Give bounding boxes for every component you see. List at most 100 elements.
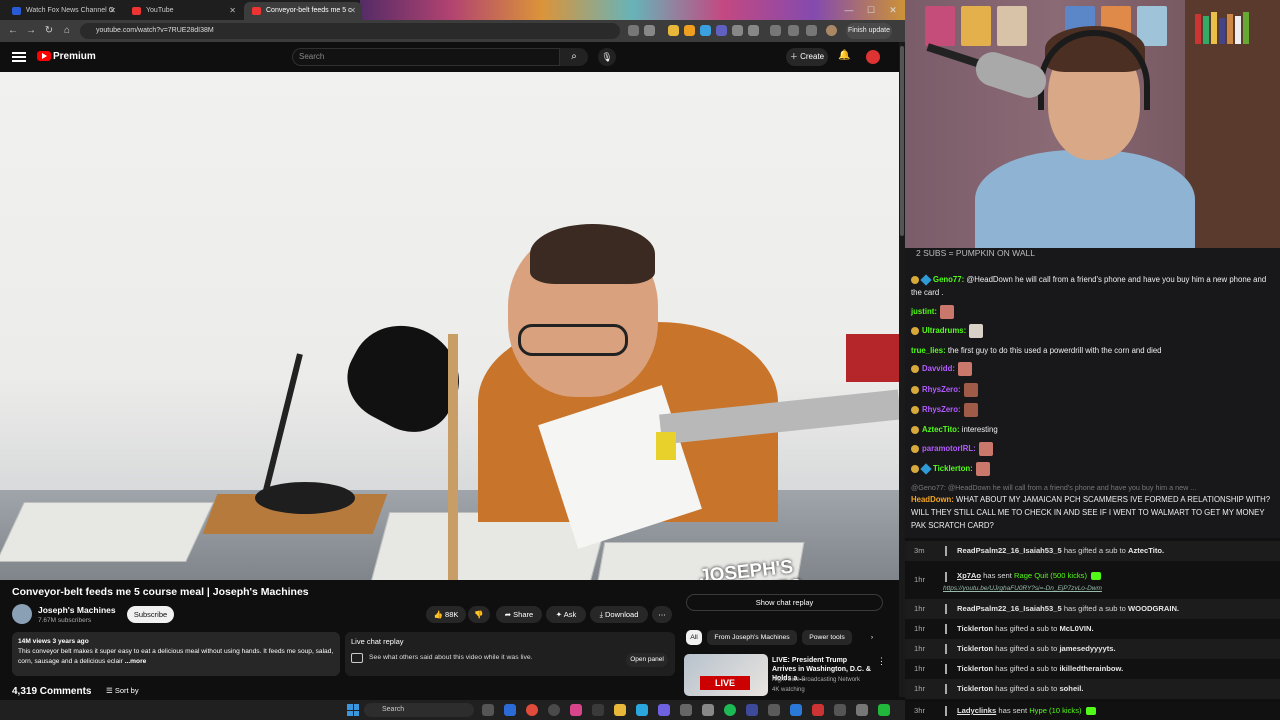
discord-icon[interactable] [658, 704, 670, 716]
event-target[interactable]: WOODGRAIN. [1128, 604, 1179, 613]
chat-username[interactable]: paramotorIRL: [922, 444, 976, 453]
chip-all[interactable]: All [686, 630, 702, 645]
chat-username[interactable]: Geno77: [933, 275, 964, 284]
app-icon[interactable] [878, 704, 890, 716]
description-box[interactable]: 14M views 3 years ago This conveyor belt… [12, 632, 340, 676]
tab-fox-news[interactable]: Watch Fox News Channel O ✕ [4, 2, 122, 20]
event-user[interactable]: ReadPsalm22_16_Isaiah53_5 [957, 604, 1062, 613]
maximize-button[interactable]: ☐ [860, 0, 882, 20]
event-link[interactable]: https://youtu.be/UJrghaFU0RY?si=-Dn_EjP7… [943, 583, 1102, 595]
forward-icon[interactable]: → [24, 24, 38, 38]
open-panel-button[interactable]: Open panel [626, 653, 668, 667]
app-icon[interactable] [504, 704, 516, 716]
recommended-more-icon[interactable]: ⋮ [877, 656, 886, 667]
task-view-icon[interactable] [482, 704, 494, 716]
close-window-button[interactable]: ✕ [882, 0, 904, 20]
finish-update-button[interactable]: Finish update [846, 23, 892, 39]
profile-avatar[interactable] [826, 25, 837, 36]
app-icon[interactable] [592, 704, 604, 716]
create-button[interactable]: ＋ Create [786, 48, 828, 66]
split-icon[interactable] [806, 25, 817, 36]
event-user[interactable]: Ticklerton [957, 624, 993, 633]
share-button[interactable]: ➦ Share [496, 606, 542, 623]
tab-youtube[interactable]: YouTube ✕ [124, 2, 242, 20]
chat-username[interactable]: justint: [911, 307, 937, 316]
chat-username[interactable]: Ticklerton: [933, 464, 973, 473]
search-icon[interactable]: ⌕ [560, 48, 588, 66]
spotify-icon[interactable] [724, 704, 736, 716]
extension-icon[interactable] [716, 25, 727, 36]
event-user[interactable]: Ticklerton [957, 684, 993, 693]
download-button[interactable]: ⤓ Download [590, 606, 648, 623]
chat-username[interactable]: Davvidd: [922, 364, 955, 373]
youtube-logo-icon[interactable] [37, 51, 51, 61]
back-icon[interactable]: ← [6, 24, 20, 38]
like-button[interactable]: 👍 88K [426, 606, 466, 623]
chat-username[interactable]: HeadDown: [911, 495, 954, 504]
event-target[interactable]: McL0VIN. [1059, 624, 1093, 633]
sidebar-icon[interactable] [770, 25, 781, 36]
dislike-button[interactable]: 👎 [468, 606, 490, 623]
event-user[interactable]: Xp7Ao [957, 571, 981, 580]
taskbar-search[interactable]: Search [364, 703, 474, 717]
app-icon[interactable] [680, 704, 692, 716]
microphone-icon[interactable]: 🎙 [598, 48, 616, 66]
show-chat-replay-button[interactable]: Show chat replay [686, 594, 883, 611]
recommended-channel[interactable]: Right Side Broadcasting Network [772, 677, 860, 683]
app-icon[interactable] [636, 704, 648, 716]
video-player[interactable]: JOSEPH'S MACHINES [0, 72, 900, 580]
close-tab-icon[interactable]: ✕ [349, 2, 356, 20]
notifications-bell-icon[interactable]: 🔔 [838, 50, 850, 61]
event-user[interactable]: Ticklerton [957, 664, 993, 673]
event-user[interactable]: ReadPsalm22_16_Isaiah53_5 [957, 546, 1062, 555]
event-target[interactable]: AztecTito. [1128, 546, 1164, 555]
app-icon[interactable] [856, 704, 868, 716]
extension-icon[interactable] [732, 25, 743, 36]
event-target[interactable]: ikilledtherainbow. [1059, 664, 1123, 673]
chat-username[interactable]: AztecTito: [922, 425, 960, 434]
puzzle-icon[interactable] [748, 25, 759, 36]
reload-icon[interactable]: ↻ [42, 24, 56, 38]
tab-conveyor-video[interactable]: Conveyor-belt feeds me 5 c ✕ [244, 2, 362, 20]
bookmark-star-icon[interactable] [644, 25, 655, 36]
file-explorer-icon[interactable] [614, 704, 626, 716]
app-icon[interactable] [746, 704, 758, 716]
close-tab-icon[interactable]: ✕ [109, 2, 116, 20]
chip-power-tools[interactable]: Power tools [802, 630, 852, 645]
app-icon[interactable] [570, 704, 582, 716]
minimize-button[interactable]: — [838, 0, 860, 20]
channel-avatar[interactable] [12, 604, 32, 624]
windows-start-icon[interactable] [347, 704, 359, 716]
account-avatar[interactable] [866, 50, 880, 64]
extension-icon[interactable] [668, 25, 679, 36]
app-icon[interactable] [812, 704, 824, 716]
chat-username[interactable]: Ultradrums: [922, 326, 966, 335]
event-user[interactable]: Ladyclinks [957, 706, 996, 715]
more-actions-icon[interactable]: ⋯ [652, 606, 672, 623]
url-field[interactable]: youtube.com/watch?v=7RUE28dI38M [80, 23, 620, 39]
event-user[interactable]: Ticklerton [957, 644, 993, 653]
chat-username[interactable]: RhysZero: [922, 405, 961, 414]
recommended-thumbnail[interactable]: LIVE [684, 654, 768, 696]
chip-from-channel[interactable]: From Joseph's Machines [707, 630, 797, 645]
extension-icon[interactable] [700, 25, 711, 36]
home-icon[interactable]: ⌂ [60, 24, 74, 38]
app-icon[interactable] [702, 704, 714, 716]
menu-icon[interactable] [12, 50, 26, 64]
chrome-icon[interactable] [526, 704, 538, 716]
app-icon[interactable] [790, 704, 802, 716]
search-input[interactable]: Search [292, 48, 560, 66]
downloads-icon[interactable] [788, 25, 799, 36]
chat-username[interactable]: RhysZero: [922, 385, 961, 394]
sort-by-button[interactable]: ☰ Sort by [106, 686, 139, 695]
chat-username[interactable]: true_lies: [911, 346, 946, 355]
app-icon[interactable] [834, 704, 846, 716]
subscribe-button[interactable]: Subscribe [127, 606, 174, 623]
event-target[interactable]: soheil. [1059, 684, 1083, 693]
app-icon[interactable] [548, 704, 560, 716]
extension-icon[interactable] [684, 25, 695, 36]
ask-button[interactable]: ✦ Ask [546, 606, 586, 623]
more-link[interactable]: ...more [125, 658, 147, 665]
channel-name[interactable]: Joseph's Machines [38, 605, 116, 615]
close-tab-icon[interactable]: ✕ [229, 2, 236, 20]
